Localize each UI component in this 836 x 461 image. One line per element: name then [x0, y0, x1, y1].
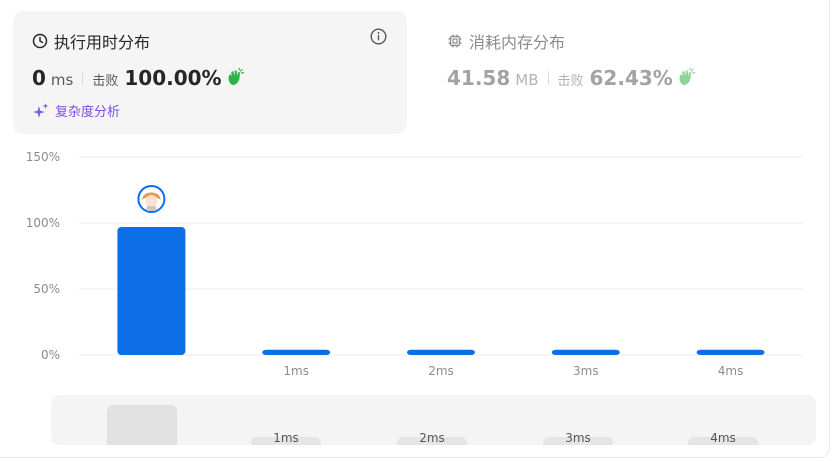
- memory-value: 41.58: [447, 66, 511, 90]
- memory-stats: 41.58 MB 击败 62.43%: [447, 66, 696, 90]
- memory-title: 消耗内存分布: [469, 33, 566, 52]
- runtime-title: 执行用时分布: [54, 33, 151, 52]
- x-tick-label: 2ms: [428, 364, 454, 378]
- y-tick-label: 100%: [26, 216, 60, 230]
- info-icon[interactable]: [370, 28, 387, 45]
- scrubber-selected-range[interactable]: [107, 405, 177, 445]
- chart-bar[interactable]: [407, 349, 475, 355]
- complexity-analysis-link[interactable]: 复杂度分析: [32, 101, 120, 120]
- chart-bar[interactable]: [262, 349, 331, 355]
- scrubber-label: 2ms: [419, 431, 445, 445]
- clap-hands-icon: [228, 68, 244, 85]
- runtime-stats: 0 ms 击败 100.00%: [32, 66, 245, 90]
- memory-card-header: 消耗内存分布: [447, 29, 565, 53]
- memory-chip-icon: [448, 34, 462, 48]
- runtime-beat-value: 100.00%: [124, 66, 222, 90]
- x-tick-label: 1ms: [283, 364, 309, 378]
- clap-hands-icon: [679, 68, 695, 85]
- y-tick-label: 0%: [41, 348, 60, 362]
- complexity-analysis-label: 复杂度分析: [55, 105, 121, 120]
- y-tick-label: 150%: [26, 150, 60, 164]
- memory-beat-value: 62.43%: [589, 66, 673, 90]
- chart-canvas: 0% 50% 100% 150% 1ms 2ms 3ms 4ms: [26, 150, 803, 378]
- x-tick-label: 3ms: [573, 364, 599, 378]
- clock-icon: [32, 33, 48, 49]
- sparkle-icon: [33, 102, 49, 118]
- chart-range-scrubber[interactable]: 1ms 2ms 3ms 4ms: [51, 395, 816, 445]
- divider: [82, 71, 84, 85]
- user-avatar-marker: [137, 184, 166, 213]
- scrubber-label: 3ms: [565, 431, 591, 445]
- chart-bar[interactable]: [551, 349, 620, 355]
- runtime-value: 0: [32, 66, 46, 90]
- runtime-distribution-chart: 0% 50% 100% 150% 1ms 2ms 3ms 4ms: [0, 140, 836, 390]
- runtime-card[interactable]: 执行用时分布 0 ms 击败 100.00% 复杂度分析: [13, 11, 407, 134]
- x-tick-label: 4ms: [718, 364, 744, 378]
- y-tick-label: 50%: [33, 282, 60, 296]
- memory-beat-label: 击败: [557, 74, 584, 89]
- scrubber-label: 1ms: [273, 431, 299, 445]
- scrubber-label: 4ms: [710, 431, 736, 445]
- chart-bar[interactable]: [117, 226, 186, 355]
- memory-card[interactable]: 消耗内存分布 41.58 MB 击败 62.43%: [428, 11, 822, 134]
- divider: [547, 71, 549, 85]
- runtime-beat-label: 击败: [92, 74, 119, 89]
- runtime-card-header: 执行用时分布: [32, 29, 150, 53]
- memory-unit: MB: [515, 71, 539, 89]
- chart-bar[interactable]: [696, 349, 765, 355]
- runtime-unit: ms: [50, 71, 74, 89]
